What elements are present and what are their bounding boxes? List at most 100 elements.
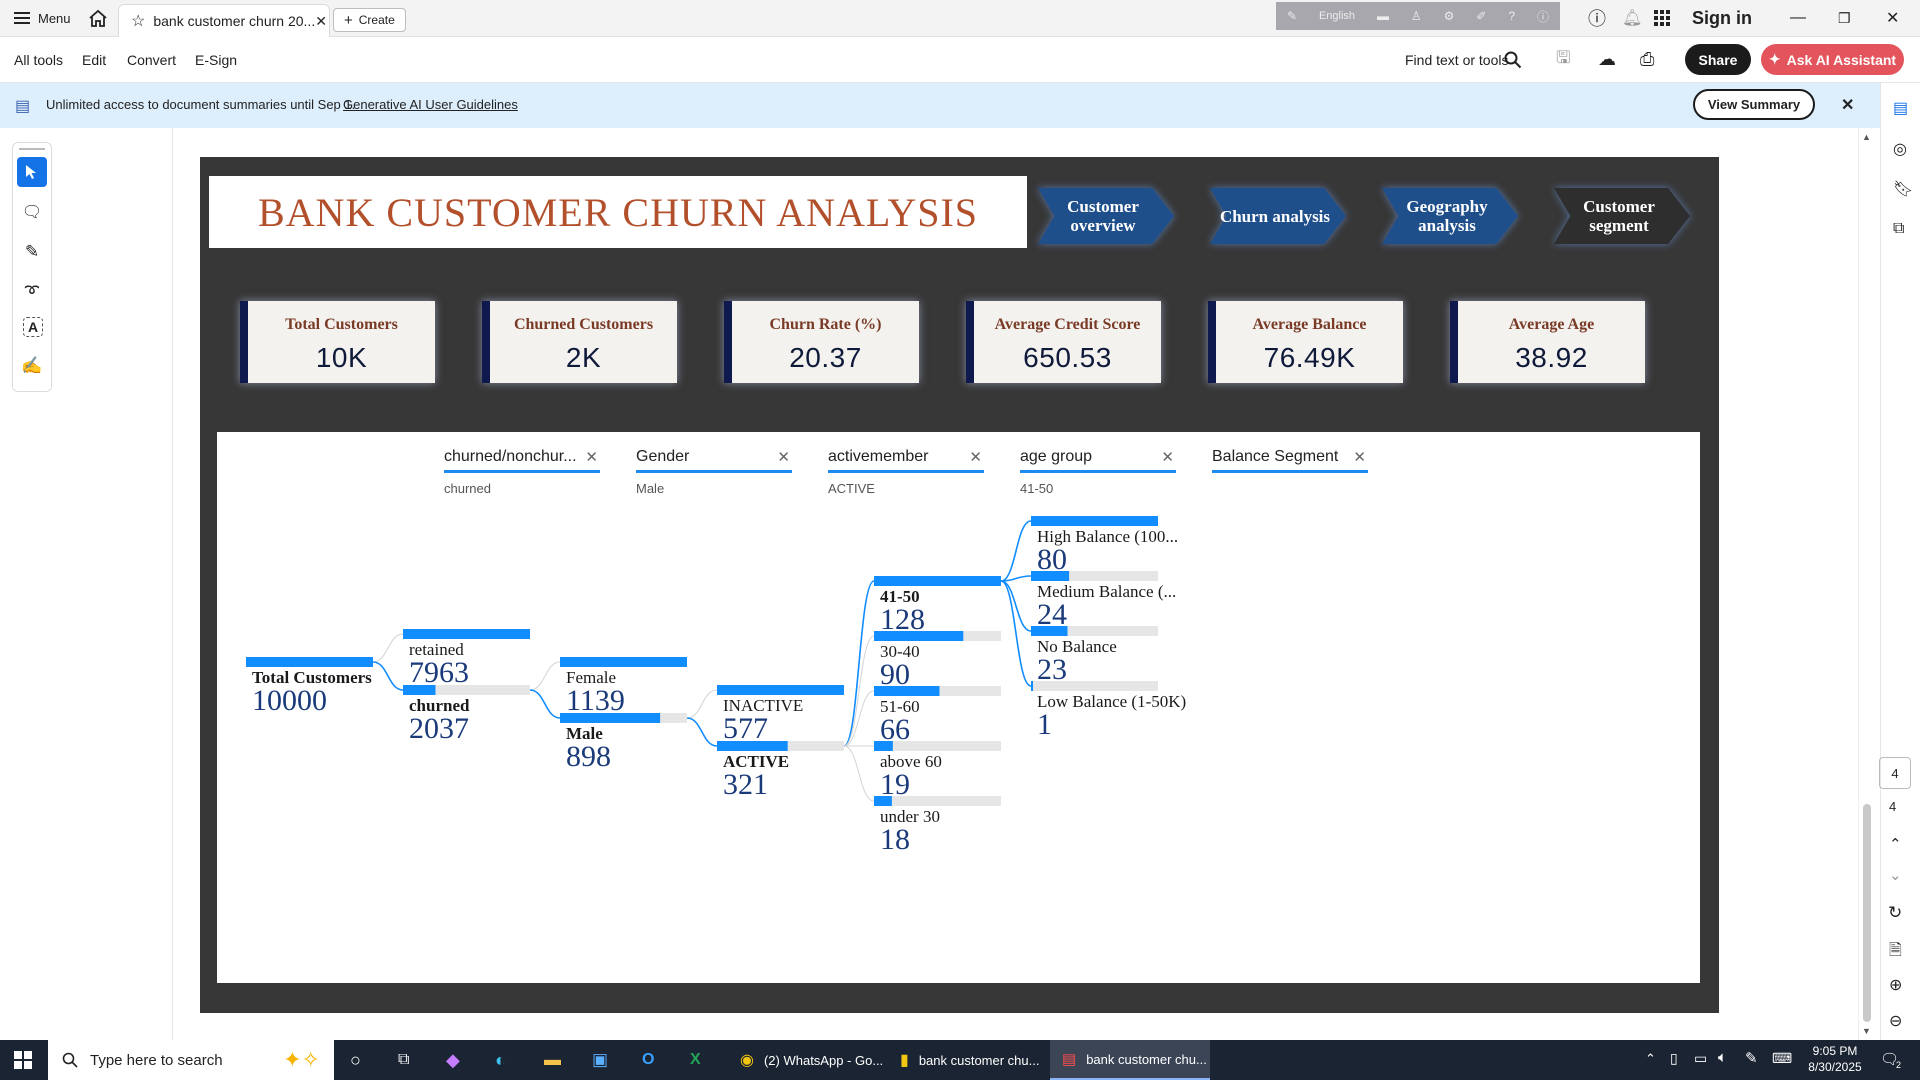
windows-start-icon[interactable] [14, 1051, 32, 1074]
info-banner: ▤ Unlimited access to document summaries… [0, 83, 1880, 128]
document-tab[interactable]: ☆ bank customer churn 20... ✕ [118, 4, 330, 37]
highlight-tool-icon[interactable]: ✎ [17, 237, 47, 267]
kpi-value: 76.49K [1263, 342, 1356, 373]
extension-strip: ✎ English ▬ ♙ ⚙ ✐ ? ⓘ [1276, 2, 1560, 30]
save-icon[interactable]: 🖫︎ [1556, 37, 1570, 82]
cortana-icon[interactable]: ○ [350, 1040, 361, 1080]
nav-customer-segment[interactable]: Customer segment [1554, 188, 1690, 244]
pages-panel-icon[interactable]: ⧉ [1893, 220, 1904, 238]
tree-link [529, 689, 561, 719]
scroll-up-arrow-icon[interactable]: ▲ [1862, 132, 1871, 142]
summary-panel-icon[interactable]: ▤ [1893, 98, 1908, 118]
tray-device-icon[interactable]: ▯ [1670, 1050, 1678, 1067]
view-summary-button[interactable]: View Summary [1693, 89, 1815, 120]
pen-tray-icon[interactable]: ✎ [1745, 1049, 1758, 1067]
search-icon [62, 1052, 78, 1068]
banner-text: Unlimited access to document summaries u… [46, 97, 356, 112]
create-button[interactable]: + Create [333, 8, 406, 32]
tree-link [529, 661, 561, 691]
upload-cloud-icon[interactable]: ☁ [1598, 37, 1616, 82]
find-text-link[interactable]: Find text or tools [1405, 37, 1509, 82]
translate-icon[interactable]: ✎ [1287, 9, 1297, 23]
keyboard-icon[interactable]: ⌨ [1772, 1050, 1792, 1067]
volume-icon[interactable]: 🔈︎ [1718, 1049, 1727, 1066]
brush-icon[interactable]: ♙ [1411, 9, 1422, 23]
previous-page-icon[interactable]: ⌃ [1889, 835, 1902, 853]
acrobat-icon: ▤ [1062, 1051, 1077, 1068]
minimize-strip-icon[interactable]: ▬ [1377, 9, 1389, 23]
home-button[interactable] [88, 0, 108, 36]
scroll-thumb[interactable] [1863, 804, 1871, 1022]
close-tab-icon[interactable]: ✕ [315, 13, 327, 30]
apps-grid-icon[interactable] [1654, 0, 1670, 36]
all-tools-link[interactable]: All tools [14, 37, 63, 82]
minimize-window-icon[interactable]: — [1790, 0, 1806, 36]
share-button[interactable]: Share [1685, 44, 1751, 75]
file-explorer-icon[interactable]: ▬ [544, 1040, 561, 1080]
menu-label: Menu [38, 10, 71, 26]
nav-churn-analysis[interactable]: Churn analysis [1210, 188, 1346, 244]
vertical-scrollbar[interactable]: ▲ ▼ [1858, 128, 1875, 1040]
nav-customer-overview[interactable]: Customer overview [1038, 188, 1174, 244]
page-tools-icon[interactable]: 🗎︎ [1889, 939, 1902, 966]
taskbar-app-powerbi[interactable]: ▮ bank customer chu... [890, 1040, 1050, 1080]
convert-link[interactable]: Convert [127, 37, 176, 82]
help-icon[interactable]: ⓘ [1588, 0, 1606, 36]
taskbar-app-acrobat[interactable]: ▤ bank customer chu... [1050, 1040, 1210, 1080]
close-window-icon[interactable]: ✕ [1886, 0, 1899, 36]
outlook-icon[interactable]: O [642, 1040, 654, 1080]
nav-geography-analysis[interactable]: Geography analysis [1382, 188, 1518, 244]
taskbar-search[interactable]: Type here to search ✦✧ [48, 1040, 334, 1080]
help-strip-icon[interactable]: ? [1508, 9, 1515, 23]
refresh-icon[interactable]: ↻ [1888, 903, 1902, 923]
task-view-icon[interactable]: ⧉ [398, 1040, 409, 1080]
page-total: 4 [1889, 799, 1897, 814]
restore-window-icon[interactable]: ❐ [1838, 0, 1851, 36]
panel-handle[interactable] [19, 148, 45, 150]
comments-panel-icon[interactable]: ◎ [1893, 139, 1907, 159]
comment-tool-icon[interactable]: 🗨︎ [17, 197, 47, 227]
taskbar-app-whatsapp[interactable]: ◉ (2) WhatsApp - Go... [730, 1040, 890, 1080]
sign-tool-icon[interactable]: ✍ [17, 351, 47, 381]
nav-label: Customer overview [1067, 197, 1139, 235]
sign-in-button[interactable]: Sign in [1692, 0, 1752, 36]
scroll-down-arrow-icon[interactable]: ▼ [1862, 1026, 1871, 1036]
kpi-average-balance: Average Balance 76.49K [1208, 301, 1403, 383]
edge-icon[interactable]: ◐ [495, 1040, 506, 1080]
zoom-out-icon[interactable]: ⊖ [1889, 1011, 1902, 1031]
store-icon[interactable]: ▣ [592, 1040, 608, 1080]
menu-button[interactable]: Menu [14, 0, 71, 36]
network-icon[interactable]: ▭ [1694, 1050, 1707, 1067]
search-icon[interactable] [1504, 37, 1522, 82]
tray-chevron-icon[interactable]: ⌃ [1645, 1051, 1656, 1067]
esign-link[interactable]: E-Sign [195, 37, 237, 82]
select-tool-icon[interactable] [17, 157, 47, 187]
ai-guidelines-link[interactable]: Generative AI User Guidelines [343, 97, 518, 112]
quick-tools-panel: 🗨︎ ✎ ➰︎ A ✍ [12, 142, 52, 392]
page-number-input[interactable]: 4 [1879, 757, 1911, 789]
excel-icon[interactable]: X [690, 1040, 701, 1080]
next-page-icon[interactable]: ⌄ [1889, 866, 1902, 884]
close-banner-icon[interactable]: ✕ [1841, 95, 1854, 115]
chrome-icon: ◉ [740, 1052, 754, 1069]
print-icon[interactable]: ⎙ [1640, 37, 1654, 82]
zoom-in-icon[interactable]: ⊕ [1889, 975, 1902, 995]
grid-icon [1654, 10, 1670, 26]
copilot-icon[interactable]: ◆ [446, 1040, 460, 1080]
node-value: 24 [1037, 598, 1067, 631]
text-tool-icon[interactable]: A [23, 317, 43, 337]
pen-strip-icon[interactable]: ✐ [1476, 9, 1486, 23]
edit-link[interactable]: Edit [82, 37, 106, 82]
bookmarks-panel-icon[interactable]: 🔖︎ [1893, 179, 1913, 199]
bell-icon[interactable]: 🔔︎ [1622, 0, 1642, 36]
settings-strip-icon[interactable]: ⚙ [1444, 9, 1455, 23]
draw-tool-icon[interactable]: ➰︎ [17, 277, 47, 307]
clock[interactable]: 9:05 PM 8/30/2025 [1805, 1043, 1865, 1075]
ai-assistant-button[interactable]: ✦ Ask AI Assistant [1761, 44, 1904, 75]
kpi-label: Total Customers [285, 316, 398, 333]
language-label[interactable]: English [1319, 10, 1355, 22]
node-bar [1031, 681, 1033, 691]
star-icon[interactable]: ☆ [131, 11, 145, 31]
info-strip-icon[interactable]: ⓘ [1537, 8, 1549, 25]
app-toolbar: All tools Edit Convert E-Sign Find text … [0, 37, 1920, 83]
